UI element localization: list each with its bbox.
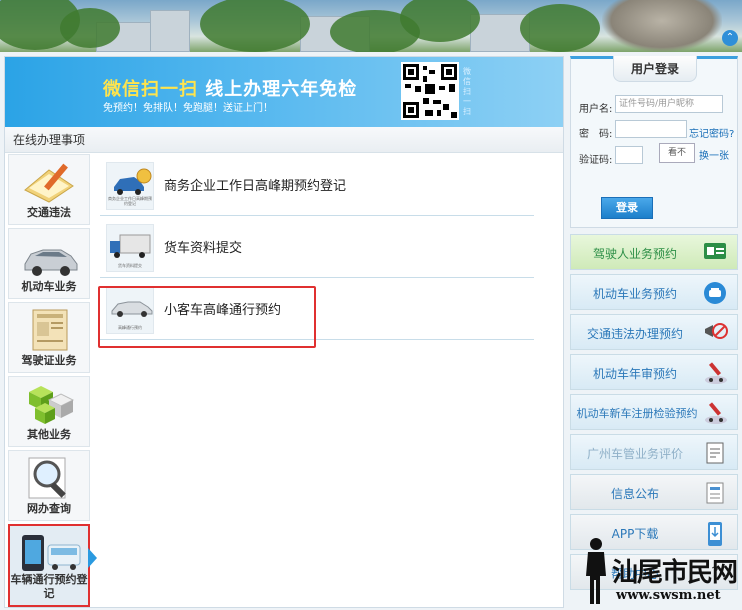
login-button[interactable]: 登录 bbox=[601, 197, 653, 219]
service-evaluation-button[interactable]: 广州车管业务评价 bbox=[570, 434, 738, 470]
service-title[interactable]: 货车资料提交 bbox=[164, 237, 242, 256]
car-icon bbox=[114, 168, 152, 195]
password-row: 密 码: 忘记密码? bbox=[579, 120, 734, 140]
business-car-thumbnail: 商务企业工作日高峰期预约登记 bbox=[106, 162, 154, 210]
wechat-promo-banner[interactable]: 微信扫一扫 线上办理六年免检 免预约！免排队！免跑腿！送证上门！ 微信扫一扫 bbox=[5, 57, 563, 127]
highlight-box bbox=[98, 286, 316, 348]
active-category-arrow-icon bbox=[88, 548, 97, 568]
captcha-image[interactable]: 看不 bbox=[659, 143, 695, 163]
license-card-icon bbox=[32, 309, 68, 351]
section-title: 在线办理事项 bbox=[5, 127, 563, 153]
captcha-row: 验证码: bbox=[579, 146, 643, 166]
service-item-truck-documents[interactable]: 货车资料提交 货车资料提交 bbox=[100, 216, 534, 278]
forgot-password-link[interactable]: 忘记密码? bbox=[689, 125, 734, 140]
annual-inspection-button[interactable]: 机动车年审预约 bbox=[570, 354, 738, 390]
new-car-icon bbox=[703, 401, 727, 425]
username-row: 用户名: 证件号码/用户昵称 bbox=[579, 95, 723, 115]
category-vehicle[interactable]: 机动车业务 bbox=[8, 228, 90, 299]
captcha-input[interactable] bbox=[615, 146, 643, 164]
watermark-text: 汕尾市民网 bbox=[612, 558, 738, 588]
promo-subtitle: 免预约！免排队！免跑腿！送证上门！ bbox=[103, 103, 273, 114]
header-banner: ⌃ bbox=[0, 0, 742, 52]
category-other[interactable]: 其他业务 bbox=[8, 376, 90, 447]
edit-doc-icon bbox=[703, 441, 727, 465]
scroll-up-icon[interactable]: ⌃ bbox=[722, 30, 738, 46]
watermark-url: www.swsm.net bbox=[616, 588, 721, 603]
username-label: 用户名: bbox=[579, 104, 613, 115]
service-item-business-peak-registration[interactable]: 商务企业工作日高峰期预约登记 商务企业工作日高峰期预约登记 bbox=[100, 154, 534, 216]
phone-bus-icon bbox=[22, 535, 81, 571]
notice-doc-icon bbox=[703, 481, 727, 505]
cubes-icon bbox=[29, 386, 75, 424]
login-panel: 用户登录 用户名: 证件号码/用户昵称 密 码: 忘记密码? 验证码: 看不 换… bbox=[570, 56, 738, 228]
info-publish-button[interactable]: 信息公布 bbox=[570, 474, 738, 510]
site-watermark: 汕尾市民网 www.swsm.net bbox=[578, 536, 742, 608]
promo-side-text: 微信扫一扫 bbox=[463, 67, 471, 116]
captcha-label: 验证码: bbox=[579, 155, 613, 166]
vehicle-appointment-button[interactable]: 机动车业务预约 bbox=[570, 274, 738, 310]
category-vehicle-access-booking[interactable]: 车辆通行预约登记 bbox=[8, 524, 90, 607]
new-car-registration-button[interactable]: 机动车新车注册检验预约 bbox=[570, 394, 738, 430]
qr-code-icon bbox=[401, 62, 459, 120]
id-card-icon bbox=[703, 241, 727, 265]
login-title: 用户登录 bbox=[613, 56, 697, 82]
category-driver-license[interactable]: 驾驶证业务 bbox=[8, 302, 90, 373]
truck-thumbnail: 货车资料提交 bbox=[106, 224, 154, 272]
change-captcha-link[interactable]: 换一张 bbox=[699, 147, 729, 162]
violation-appointment-button[interactable]: 交通违法办理预约 bbox=[570, 314, 738, 350]
no-entry-icon bbox=[703, 321, 728, 345]
right-sidebar: 用户登录 用户名: 证件号码/用户昵称 密 码: 忘记密码? 验证码: 看不 换… bbox=[570, 56, 738, 590]
password-input[interactable] bbox=[615, 120, 687, 138]
password-label: 密 码: bbox=[579, 129, 613, 140]
statue-image bbox=[602, 0, 722, 52]
promo-title: 微信扫一扫 线上办理六年免检 bbox=[103, 79, 358, 100]
person-silhouette-icon bbox=[586, 538, 606, 604]
category-online-query[interactable]: 网办查询 bbox=[8, 450, 90, 521]
car-front-icon bbox=[703, 281, 727, 305]
service-title[interactable]: 商务企业工作日高峰期预约登记 bbox=[164, 175, 346, 194]
category-menu: 交通违法 机动车业务 驾驶证业务 其他业务 网办查询 车辆通行预约登记 bbox=[8, 154, 92, 610]
driver-appointment-button[interactable]: 驾驶人业务预约 bbox=[570, 234, 738, 270]
category-traffic-violation[interactable]: 交通违法 bbox=[8, 154, 90, 225]
pen-doc-icon bbox=[24, 163, 74, 203]
magnifier-icon bbox=[28, 457, 66, 499]
inspection-icon bbox=[703, 361, 727, 385]
car-icon bbox=[24, 249, 78, 276]
username-input[interactable]: 证件号码/用户昵称 bbox=[615, 95, 723, 113]
truck-icon bbox=[110, 234, 151, 258]
